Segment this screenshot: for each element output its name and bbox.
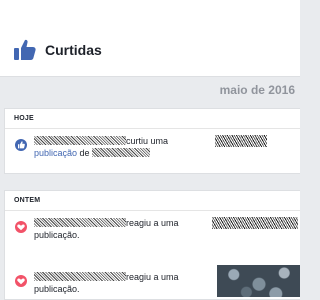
redacted-name: [34, 218, 126, 227]
activity-text: reagiu a uma publicação.: [34, 218, 179, 240]
month-label: maio de 2016: [219, 83, 295, 97]
section-yesterday: ONTEM reagiu a uma publicação. reagiu a …: [4, 190, 300, 300]
activity-log-likes: Curtidas maio de 2016 HOJE curtiu uma pu…: [0, 0, 300, 300]
redacted-preview: [212, 217, 298, 229]
redacted-name: [34, 272, 126, 281]
activity-item[interactable]: curtiu uma publicação de: [5, 129, 300, 173]
post-thumbnail-image[interactable]: [217, 265, 300, 297]
month-divider: maio de 2016: [0, 77, 300, 104]
thumbs-up-icon: [14, 39, 36, 60]
heart-badge-icon: [15, 221, 27, 233]
heart-badge-icon: [15, 275, 27, 287]
activity-item[interactable]: reagiu a uma publicação.: [5, 265, 300, 300]
section-header-yesterday: ONTEM: [5, 191, 300, 211]
page-header: Curtidas: [0, 0, 300, 77]
redacted-name: [34, 136, 126, 145]
activity-text: curtiu uma publicação de: [34, 136, 169, 158]
redacted-author: [92, 148, 151, 157]
activity-item[interactable]: reagiu a uma publicação.: [5, 211, 300, 255]
redacted-preview: [215, 135, 267, 147]
section-today: HOJE curtiu uma publicação de: [4, 108, 300, 174]
activity-text: reagiu a uma publicação.: [34, 272, 179, 294]
post-link[interactable]: publicação: [34, 148, 77, 158]
like-badge-icon: [15, 139, 27, 151]
section-header-today: HOJE: [5, 109, 300, 129]
page-title: Curtidas: [45, 42, 102, 58]
